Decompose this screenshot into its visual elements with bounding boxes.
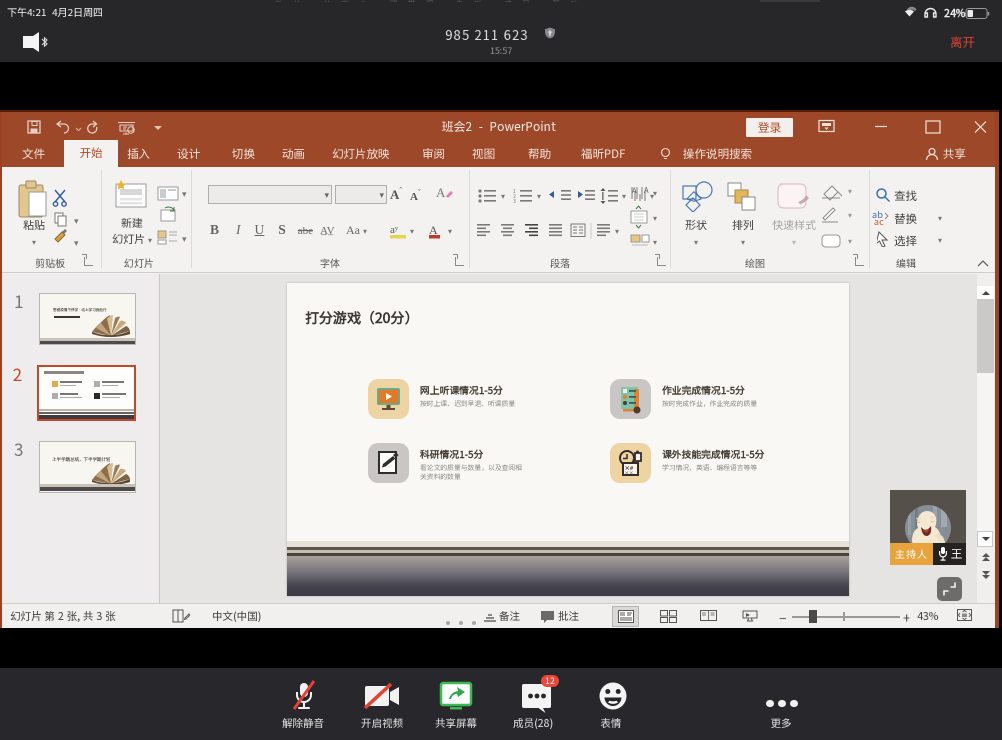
svg-text:▾: ▾ bbox=[501, 191, 505, 202]
svg-text:▾: ▾ bbox=[848, 236, 852, 247]
svg-text:▾: ▾ bbox=[74, 214, 79, 227]
svg-text:3: 3 bbox=[512, 198, 516, 205]
svg-text:A: A bbox=[644, 185, 649, 196]
svg-text:××: ×× bbox=[625, 471, 634, 477]
svg-text:▾: ▾ bbox=[848, 210, 852, 221]
svg-text:▾: ▾ bbox=[848, 186, 852, 197]
svg-text:▾: ▾ bbox=[653, 237, 657, 248]
svg-text:A: A bbox=[436, 185, 446, 200]
svg-text:▾: ▾ bbox=[653, 213, 657, 224]
svg-text:▾: ▾ bbox=[410, 226, 414, 237]
svg-text:24%: 24% bbox=[944, 6, 966, 20]
svg-text:▾: ▾ bbox=[537, 191, 541, 202]
svg-text:▾: ▾ bbox=[653, 188, 657, 199]
svg-text:A: A bbox=[429, 223, 438, 237]
svg-text:▾: ▾ bbox=[622, 191, 626, 202]
svg-text:ac: ac bbox=[874, 215, 884, 226]
svg-text:▾: ▾ bbox=[182, 232, 187, 245]
svg-text:▾: ▾ bbox=[448, 226, 452, 237]
svg-text:▾: ▾ bbox=[182, 187, 187, 200]
svg-text:aʸ: aʸ bbox=[390, 224, 399, 236]
svg-text:▾: ▾ bbox=[74, 236, 79, 249]
svg-text:▾: ▾ bbox=[615, 226, 619, 237]
